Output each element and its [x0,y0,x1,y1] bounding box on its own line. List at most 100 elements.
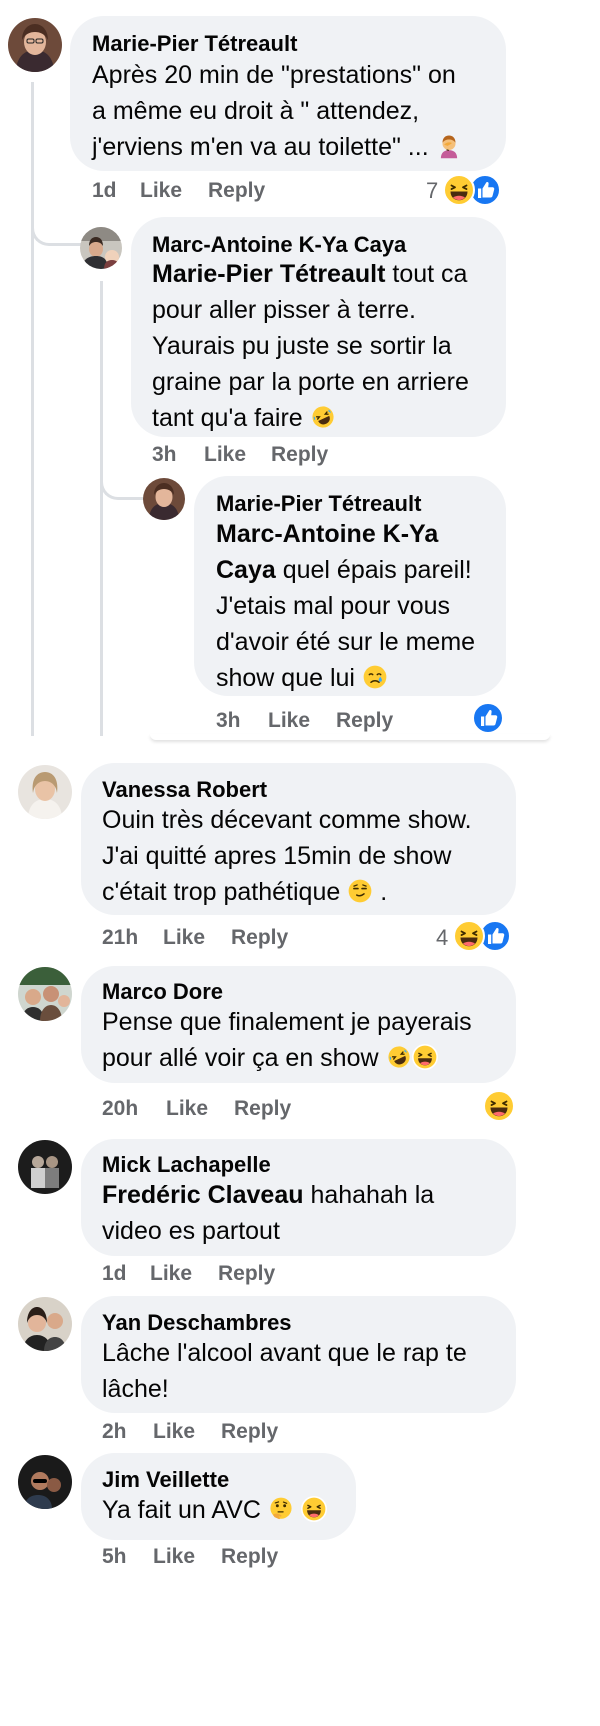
comment-time[interactable]: 3h [152,442,177,468]
avatar[interactable] [18,1297,72,1351]
comment-time[interactable]: 5h [102,1544,127,1570]
like-button[interactable]: Like [166,1096,208,1122]
comment-author[interactable]: Marc-Antoine K-Ya Caya [152,231,406,259]
reactions-summary[interactable] [451,920,511,952]
comment-text-line: J'etais mal pour vous [216,592,451,620]
comment-text-span: Ya fait un AVC [102,1496,261,1524]
like-button[interactable]: Like [150,1261,192,1287]
haha-emoji [301,1496,327,1522]
comment-text-line: lâche! [102,1375,169,1403]
avatar[interactable] [18,1140,72,1194]
thread-line-level2 [100,281,103,736]
thread-connector-1 [31,206,81,246]
like-button[interactable]: Like [163,925,205,951]
reaction-count[interactable]: 7 [426,177,438,205]
comment-text-line: Fredéric Claveau hahahah la [102,1177,434,1213]
mention-link[interactable]: Fredéric Claveau [102,1181,304,1209]
comment-text-line: Marc-Antoine K-Ya [216,516,475,552]
reply-button[interactable]: Reply [271,442,328,468]
person-facepalming-emoji [436,133,462,159]
reaction-count[interactable]: 4 [436,924,448,952]
comment-author[interactable]: Yan Deschambres [102,1309,292,1337]
avatar-photo-icon [8,18,62,72]
like-reaction-icon[interactable] [472,702,504,734]
comment-author[interactable]: Marie-Pier Tétreault [92,30,297,58]
avatar-photo-icon [18,1140,72,1194]
like-button[interactable]: Like [153,1544,195,1570]
comment-time[interactable]: 1d [92,178,117,204]
comment-text: Pense que finalement je payerais pour al… [102,1004,472,1076]
comment-text-line: Yaurais pu juste se sortir la [152,332,452,360]
avatar[interactable] [18,967,72,1021]
comment-text-span: quel épais pareil! [275,556,472,584]
comment-text: Fredéric Claveau hahahah la video es par… [102,1177,434,1249]
avatar[interactable] [8,18,62,72]
comment-text-span: c'était trop pathétique [102,878,341,906]
comment-text-line: tant qu'a faire [152,400,469,436]
haha-emoji [412,1044,438,1070]
comment-text-span: . [380,878,388,906]
comment-author[interactable]: Marie-Pier Tétreault [216,490,421,518]
avatar[interactable] [18,1455,72,1509]
comment-author[interactable]: Marco Dore [102,978,223,1006]
like-button[interactable]: Like [140,178,182,204]
comment-text-line: graine par la porte en arriere [152,368,469,396]
comment-text: Marie-Pier Tétreault tout ca pour aller … [152,256,469,436]
comment-text-line: j'erviens m'en va au toilette" ... [92,129,462,165]
like-button[interactable]: Like [204,442,246,468]
reactions-summary[interactable] [441,174,501,206]
comment-text: Lâche l'alcool avant que le rap te lâche… [102,1335,467,1407]
comment-author[interactable]: Vanessa Robert [102,776,267,804]
avatar[interactable] [80,227,122,269]
reply-button[interactable]: Reply [208,178,265,204]
comment-text-line: J'ai quitté apres 15min de show [102,842,452,870]
section-divider [150,734,550,740]
comment-time[interactable]: 3h [216,708,241,734]
mention-link[interactable]: Caya [216,556,276,584]
haha-reaction-icon[interactable] [483,1090,515,1122]
comment-text-line: Après 20 min de "prestations" on [92,61,456,89]
avatar-photo-icon [80,227,122,269]
reply-button[interactable]: Reply [221,1419,278,1445]
like-button[interactable]: Like [268,708,310,734]
avatar-photo-icon [143,478,185,520]
comment-text-line: pour allé voir ça en show [102,1040,472,1076]
smirk-emoji [347,878,373,904]
comment-text: Ya fait un AVC [102,1492,327,1528]
mention-link[interactable]: Marie-Pier Tétreault [152,260,385,288]
reply-button[interactable]: Reply [231,925,288,951]
avatar-photo-icon [18,1455,72,1509]
avatar-photo-icon [18,967,72,1021]
avatar[interactable] [143,478,185,520]
comment-time[interactable]: 2h [102,1419,127,1445]
comment-text-span: pour allé voir ça en show [102,1044,379,1072]
haha-reaction-icon [453,920,485,952]
reply-button[interactable]: Reply [221,1544,278,1570]
comment-text-line: d'avoir été sur le meme [216,628,476,656]
avatar-photo-icon [18,1297,72,1351]
like-button[interactable]: Like [153,1419,195,1445]
thinking-emoji [268,1496,294,1522]
thread-line-level1 [31,82,34,736]
comment-text-line: Ya fait un AVC [102,1492,327,1528]
comment-text-line: Pense que finalement je payerais [102,1008,472,1036]
comment-text-line: Ouin très décevant comme show. [102,806,472,834]
comment-time[interactable]: 1d [102,1261,127,1287]
comment-time[interactable]: 21h [102,925,138,951]
sad-emoji [362,664,388,690]
comment-text-line: show que lui [216,660,475,696]
comment-author[interactable]: Jim Veillette [102,1466,229,1494]
mention-link[interactable]: Marc-Antoine K-Ya [216,520,438,548]
comment-time[interactable]: 20h [102,1096,138,1122]
comment-text-line: video es partout [102,1217,280,1245]
comment-text-line: c'était trop pathétique . [102,874,472,910]
comment-author[interactable]: Mick Lachapelle [102,1151,271,1179]
comment-text-line: Caya quel épais pareil! [216,552,475,588]
reply-button[interactable]: Reply [336,708,393,734]
comment-text-line: pour aller pisser à terre. [152,296,417,324]
comment-text-line: a même eu droit à " attendez, [92,97,420,125]
thread-connector-2 [100,470,145,500]
avatar[interactable] [18,765,72,819]
reply-button[interactable]: Reply [234,1096,291,1122]
reply-button[interactable]: Reply [218,1261,275,1287]
